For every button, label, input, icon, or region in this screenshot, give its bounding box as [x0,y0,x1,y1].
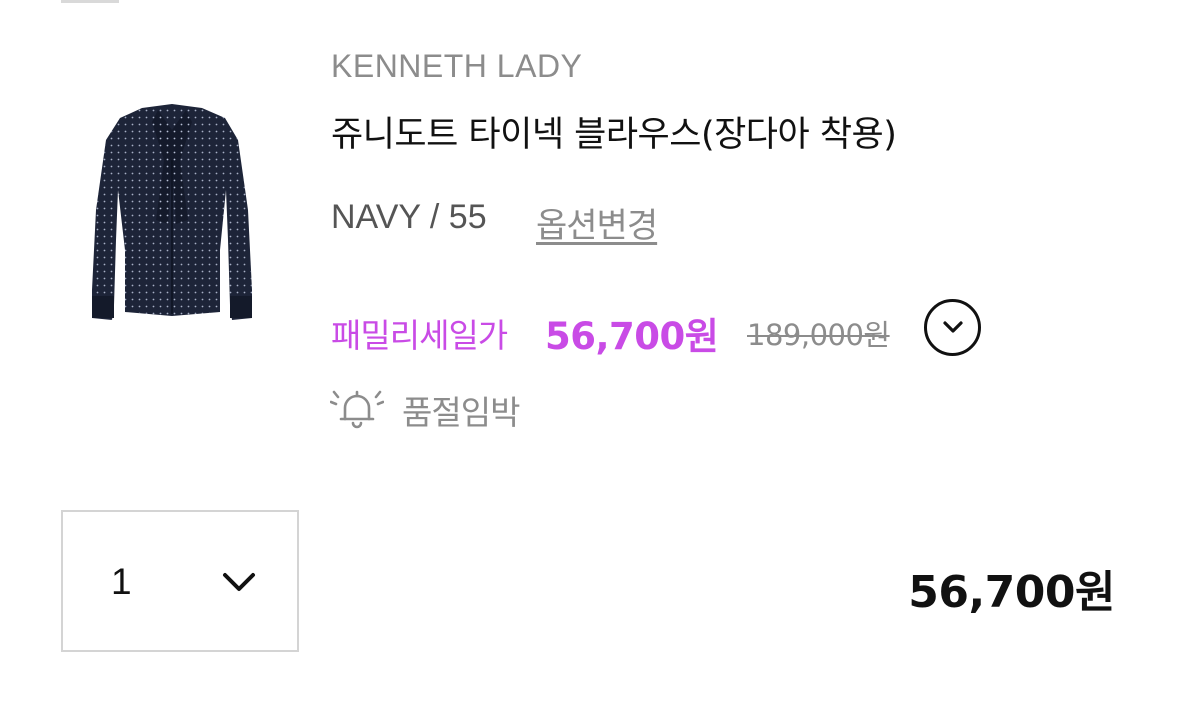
quantity-select[interactable]: 1 [61,510,299,652]
option-change-link[interactable]: 옵션변경 [536,198,658,247]
quantity-value: 1 [111,561,132,602]
total-price: 56,700원 [908,567,1115,618]
product-image[interactable] [80,100,265,330]
chevron-down-icon [943,321,963,333]
selected-option: NAVY / 55 [331,198,487,236]
brand-name: KENNETH LADY [331,48,583,84]
stock-status-text: 품절임박 [402,393,520,432]
original-price: 189,000원 [747,318,890,352]
price-detail-toggle-button[interactable] [924,299,981,356]
sale-price-label: 패밀리세일가 [331,316,508,355]
sale-price: 56,700원 [545,315,719,358]
product-name[interactable]: 쥬니도트 타이넥 블라우스(장다아 착용) [331,106,897,157]
chevron-down-icon [223,573,255,591]
checkbox-edge[interactable] [61,0,119,3]
alarm-bell-icon [330,390,384,429]
